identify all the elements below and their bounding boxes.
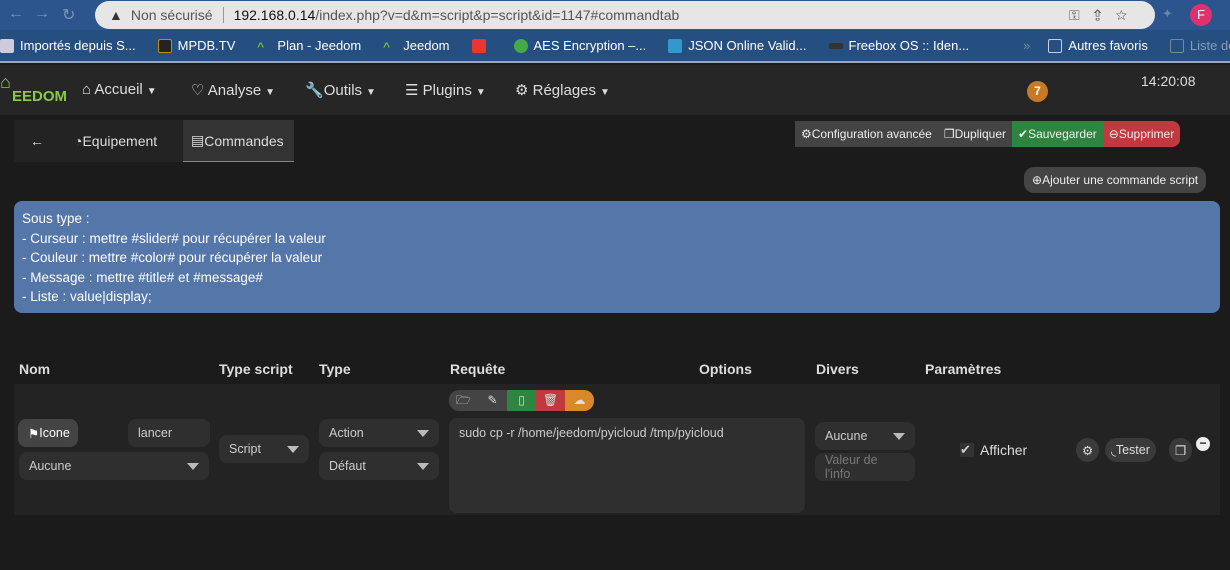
clock: 14:20:08 xyxy=(1141,73,1196,89)
check-circle-icon: ✔ xyxy=(1018,127,1029,141)
home-icon: ⌂ xyxy=(82,81,95,98)
bookmark[interactable]: MPDB.TV xyxy=(157,38,235,53)
add-command-button[interactable]: ⊕ Ajouter une commande script xyxy=(1024,167,1207,193)
header-nom: Nom xyxy=(19,361,51,377)
tab-equipement[interactable]: ◔ Equipement xyxy=(66,120,165,162)
other-bookmarks[interactable]: Autres favoris xyxy=(1048,38,1148,53)
delete-button[interactable]: ⊖ Supprimer xyxy=(1102,121,1181,147)
subtype-select[interactable]: Défaut xyxy=(319,452,439,480)
dashboard-icon: ◔ xyxy=(74,133,83,149)
info-value-input[interactable]: Valeur de l'info xyxy=(815,453,915,481)
show-checkbox[interactable]: ✔ Afficher xyxy=(960,442,1027,458)
info-panel: Sous type : - Curseur : mettre #slider# … xyxy=(14,201,1220,313)
duplicate-button[interactable]: ❐ Dupliquer xyxy=(937,121,1012,147)
checkmark-icon: ✔ xyxy=(960,443,974,457)
open-folder-icon[interactable]: 🗁 xyxy=(449,390,478,411)
request-toolbar: 🗁 ✎ ▯ 🗑 ☁ xyxy=(449,390,594,411)
tab-commandes[interactable]: ▤ Commandes xyxy=(183,120,294,162)
info-line: - Couleur : mettre #color# pour récupére… xyxy=(22,250,323,265)
wrench-icon: 🔧 xyxy=(305,82,324,99)
url-host: 192.168.0.14 xyxy=(233,7,316,23)
minus-circle-icon: ⊖ xyxy=(1108,127,1119,141)
bookmark[interactable]: Importés depuis S... xyxy=(0,38,136,53)
gears-icon: ⚙ xyxy=(1082,443,1094,458)
url-path: /index.php?v=d&m=script&p=script&id=1147… xyxy=(315,7,680,23)
jeedom-icon: ^ xyxy=(383,38,390,55)
jeedom-icon: ^ xyxy=(257,38,264,55)
header-divers: Divers xyxy=(816,361,859,377)
test-button[interactable]: ◟ Tester xyxy=(1105,438,1156,462)
menu-reglages[interactable]: ⚙ Réglages ▼ xyxy=(515,81,610,99)
plus-circle-icon: ⊕ xyxy=(1032,173,1043,187)
address-bar[interactable]: ▲ Non sécurisé 192.168.0.14/index.php?v=… xyxy=(95,1,1155,29)
save-button[interactable]: ✔ Sauvegarder xyxy=(1012,121,1103,147)
list-icon: ▤ xyxy=(191,132,205,148)
copy-command-button[interactable]: ❐ xyxy=(1169,438,1193,462)
list-icon: ☰ xyxy=(405,82,423,99)
jeedom-logo[interactable]: ⌂ EEDOM xyxy=(0,72,67,106)
advanced-config-button[interactable]: ⚙ Configuration avancée xyxy=(795,121,938,147)
header-requete: Requête xyxy=(450,361,506,377)
menu-plugins[interactable]: ☰ Plugins ▼ xyxy=(405,81,486,99)
header-parametres: Paramètres xyxy=(925,361,1002,377)
bookmark[interactable] xyxy=(471,38,492,53)
freebox-icon xyxy=(828,42,843,49)
reading-list[interactable]: Liste de lecture xyxy=(1169,38,1230,53)
gears-icon: ⚙ xyxy=(801,127,812,141)
bookmark[interactable]: Freebox OS :: Iden... xyxy=(828,38,969,53)
type-script-select[interactable]: Script xyxy=(219,435,309,463)
type-select[interactable]: Action xyxy=(319,419,439,447)
info-line: - Liste : value|display; xyxy=(22,289,152,304)
forward-icon[interactable]: → xyxy=(34,5,50,23)
extensions-icon[interactable]: ✦ xyxy=(1162,6,1173,22)
info-line: - Curseur : mettre #slider# pour récupér… xyxy=(22,230,326,246)
header-options: Options xyxy=(699,361,752,377)
copy-icon: ❐ xyxy=(1175,443,1187,458)
menu-analyse[interactable]: ♡ Analyse ▼ xyxy=(191,81,275,99)
folder-icon xyxy=(0,38,14,53)
configure-command-button[interactable]: ⚙ xyxy=(1076,438,1100,462)
bookmark[interactable]: JSON Online Valid... xyxy=(668,38,807,53)
copy-icon: ❐ xyxy=(943,127,955,141)
remove-command-icon[interactable]: − xyxy=(1196,437,1210,451)
new-file-icon[interactable]: ▯ xyxy=(507,390,536,411)
security-label: Non sécurisé xyxy=(130,7,213,23)
header-type: Type xyxy=(319,361,351,377)
header-type-script: Type script xyxy=(219,361,293,377)
info-line: - Message : mettre #title# et #message# xyxy=(22,269,263,285)
aes-icon xyxy=(513,38,528,53)
action-button-group: ⚙ Configuration avancée ❐ Dupliquer ✔ Sa… xyxy=(795,121,1181,147)
bookmark[interactable]: ^ Plan - Jeedom xyxy=(257,38,361,55)
bookmarks-bar: Importés depuis S... MPDB.TV ^ Plan - Jee… xyxy=(0,30,1230,63)
trash-icon[interactable]: 🗑 xyxy=(536,390,565,411)
divers-select[interactable]: Aucune xyxy=(815,422,915,450)
profile-avatar[interactable]: F xyxy=(1190,4,1212,26)
bookmark[interactable]: AES Encryption –... xyxy=(513,38,646,53)
flag-icon: ⚑ xyxy=(28,426,40,441)
mpdb-icon xyxy=(157,38,172,53)
info-line: Sous type : xyxy=(22,211,90,226)
icon-button[interactable]: ⚑ Icone xyxy=(18,419,78,447)
back-icon[interactable]: ← xyxy=(8,5,24,23)
folder-icon xyxy=(1048,38,1063,53)
menu-accueil[interactable]: ⌂ Accueil ▼ xyxy=(82,81,157,98)
bookmark[interactable]: ^ Jeedom xyxy=(383,38,449,55)
cloud-upload-icon[interactable]: ☁ xyxy=(565,390,594,411)
stethoscope-icon: ♡ xyxy=(191,82,208,99)
aliexpress-icon xyxy=(471,38,486,53)
reading-list-icon xyxy=(1169,38,1184,53)
message-badge[interactable]: 7 xyxy=(1027,81,1048,102)
reload-icon[interactable]: ↻ xyxy=(62,5,75,25)
warning-icon: ▲ xyxy=(109,7,123,23)
gear-icon: ⚙ xyxy=(515,82,533,99)
request-textarea[interactable]: sudo cp -r /home/jeedom/pyicloud /tmp/py… xyxy=(449,418,805,513)
json-icon xyxy=(668,38,683,53)
more-bookmarks[interactable]: » xyxy=(1023,38,1030,53)
edit-icon[interactable]: ✎ xyxy=(478,390,507,411)
command-name-input[interactable]: lancer xyxy=(128,419,210,447)
icon-select[interactable]: Aucune xyxy=(19,452,209,480)
back-button[interactable]: ← xyxy=(22,120,52,162)
menu-outils[interactable]: 🔧Outils ▼ xyxy=(305,81,376,99)
